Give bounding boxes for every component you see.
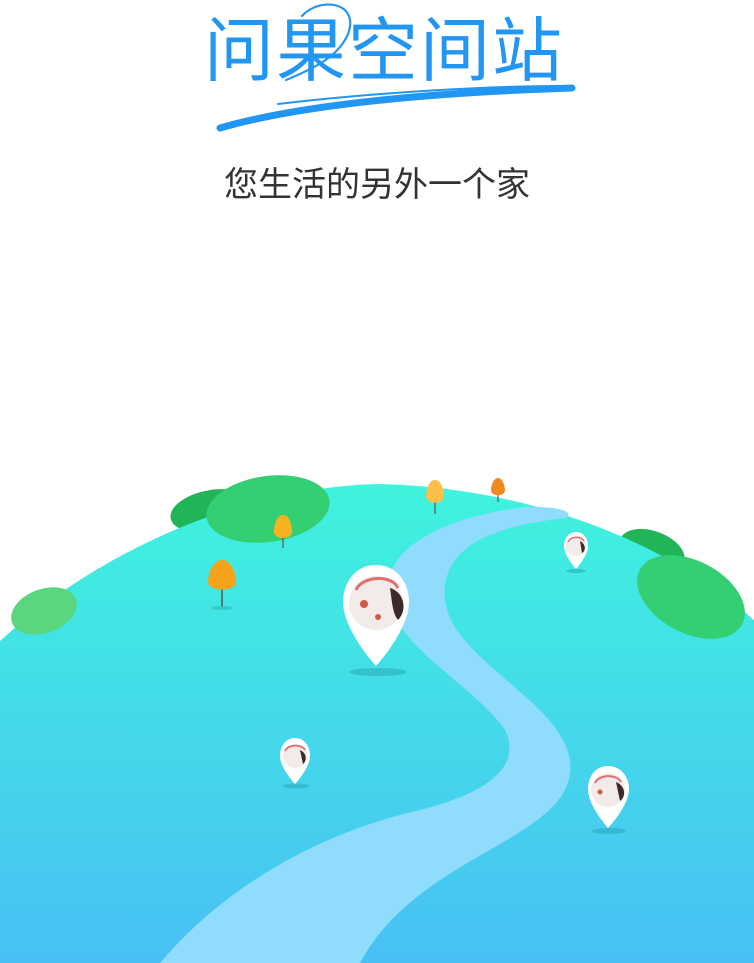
tagline: 您生活的另外一个家 (224, 165, 530, 205)
app-logo: 问果空间站 (190, 0, 590, 140)
logo-swoosh-icon (216, 3, 576, 132)
planet-illustration (0, 475, 754, 963)
